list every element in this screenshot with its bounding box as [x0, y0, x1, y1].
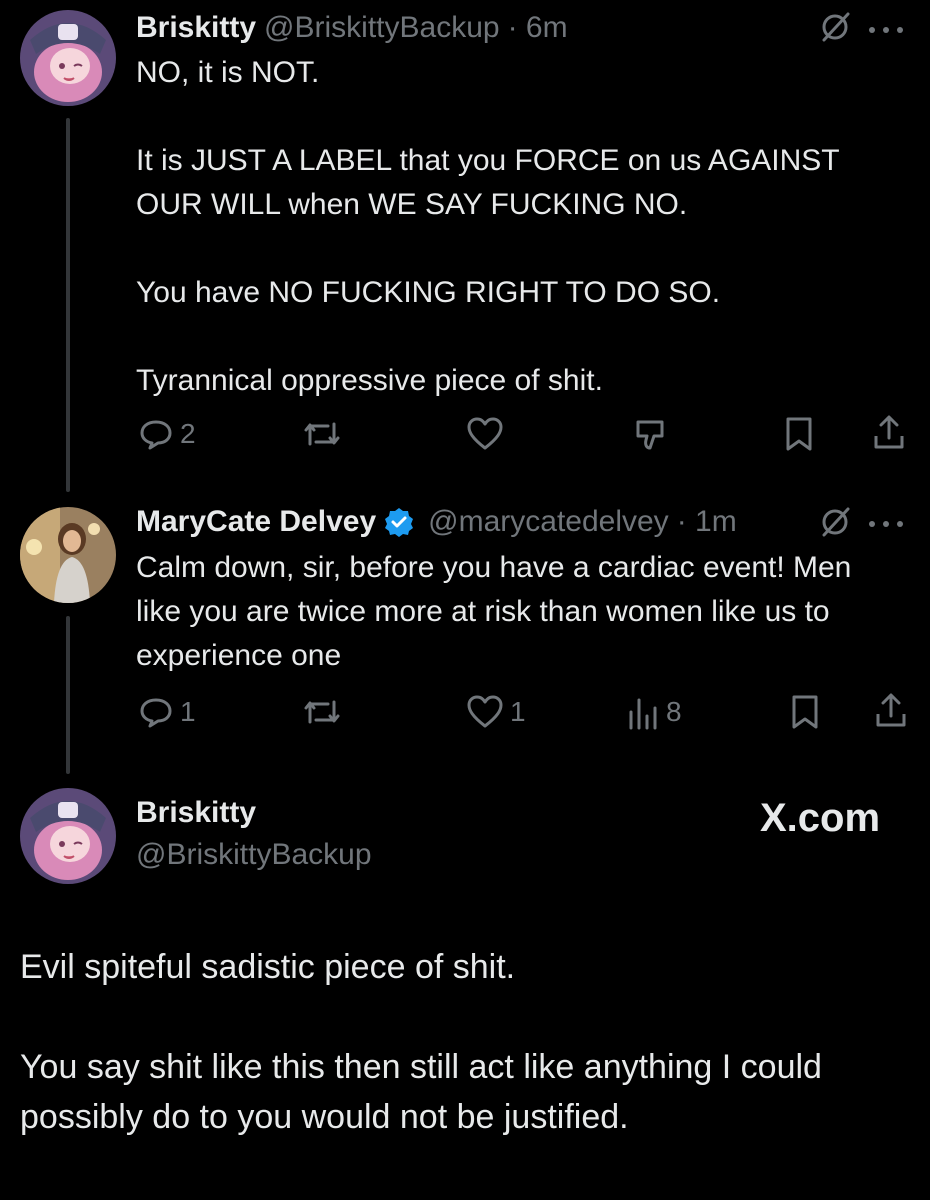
avatar[interactable]	[20, 507, 116, 603]
avatar[interactable]	[20, 10, 116, 106]
tweet-paragraph: You say shit like this then still act li…	[20, 1048, 822, 1136]
thread-line	[66, 118, 70, 492]
tweet-paragraph: Evil spiteful sadistic piece of shit.	[20, 948, 516, 986]
repost-icon	[304, 422, 340, 446]
repost-button[interactable]	[302, 416, 342, 452]
reply-count: 2	[180, 418, 196, 449]
like-count: 1	[510, 696, 526, 727]
author-handle[interactable]: @BriskittyBackup	[136, 838, 372, 872]
reply-button[interactable]: 2	[138, 416, 196, 452]
reply-button[interactable]: 1	[138, 694, 196, 730]
reply-icon	[140, 698, 172, 728]
share-button[interactable]	[874, 692, 908, 730]
bookmark-icon	[786, 417, 812, 451]
more-icon[interactable]	[866, 22, 906, 40]
share-icon	[876, 693, 906, 727]
timestamp[interactable]: · 1m	[677, 505, 737, 539]
dislike-button[interactable]	[632, 416, 672, 452]
author-name[interactable]: MaryCate Delvey	[136, 505, 376, 539]
bookmark-icon	[792, 695, 818, 729]
share-icon	[874, 415, 904, 449]
tweet-paragraph: Tyrannical oppressive piece of shit.	[136, 364, 603, 397]
grok-icon[interactable]	[818, 10, 852, 49]
tweet-text: Calm down, sir, before you have a cardia…	[136, 546, 876, 678]
tweet-paragraph: NO, it is NOT.	[136, 56, 320, 89]
reply-icon	[140, 420, 172, 450]
author-handle[interactable]: @BriskittyBackup	[264, 11, 500, 45]
like-button[interactable]: 1	[466, 694, 526, 730]
reply-count: 1	[180, 696, 196, 727]
repost-icon	[304, 700, 340, 724]
tweet-text: Evil spiteful sadistic piece of shit. Yo…	[20, 942, 910, 1142]
timestamp[interactable]: · 6m	[508, 11, 568, 45]
repost-button[interactable]	[302, 694, 342, 730]
tweet-paragraph: It is JUST A LABEL that you FORCE on us …	[136, 144, 840, 221]
author-name[interactable]: Briskitty	[136, 11, 256, 45]
tweet-paragraph: You have NO FUCKING RIGHT TO DO SO.	[136, 276, 721, 309]
bookmark-button[interactable]	[784, 416, 814, 452]
thread-line	[66, 616, 70, 774]
heart-icon	[467, 417, 503, 450]
dislike-icon	[636, 420, 664, 450]
bookmark-button[interactable]	[790, 694, 820, 730]
tweet-text: NO, it is NOT. It is JUST A LABEL that y…	[136, 51, 906, 403]
heart-icon	[467, 695, 503, 728]
views-count: 8	[666, 696, 682, 727]
verified-badge-icon	[385, 508, 414, 537]
like-button[interactable]	[466, 416, 504, 452]
author-handle[interactable]: @marycatedelvey	[428, 505, 669, 539]
views-icon	[629, 698, 657, 730]
author-name[interactable]: Briskitty	[136, 796, 256, 830]
views-button[interactable]: 8	[626, 694, 682, 730]
grok-icon[interactable]	[818, 505, 852, 544]
more-icon[interactable]	[866, 516, 906, 534]
avatar[interactable]	[20, 788, 116, 884]
x-brand-label: X.com	[760, 796, 881, 840]
tweet-paragraph: Calm down, sir, before you have a cardia…	[136, 551, 852, 672]
share-button[interactable]	[872, 414, 906, 452]
